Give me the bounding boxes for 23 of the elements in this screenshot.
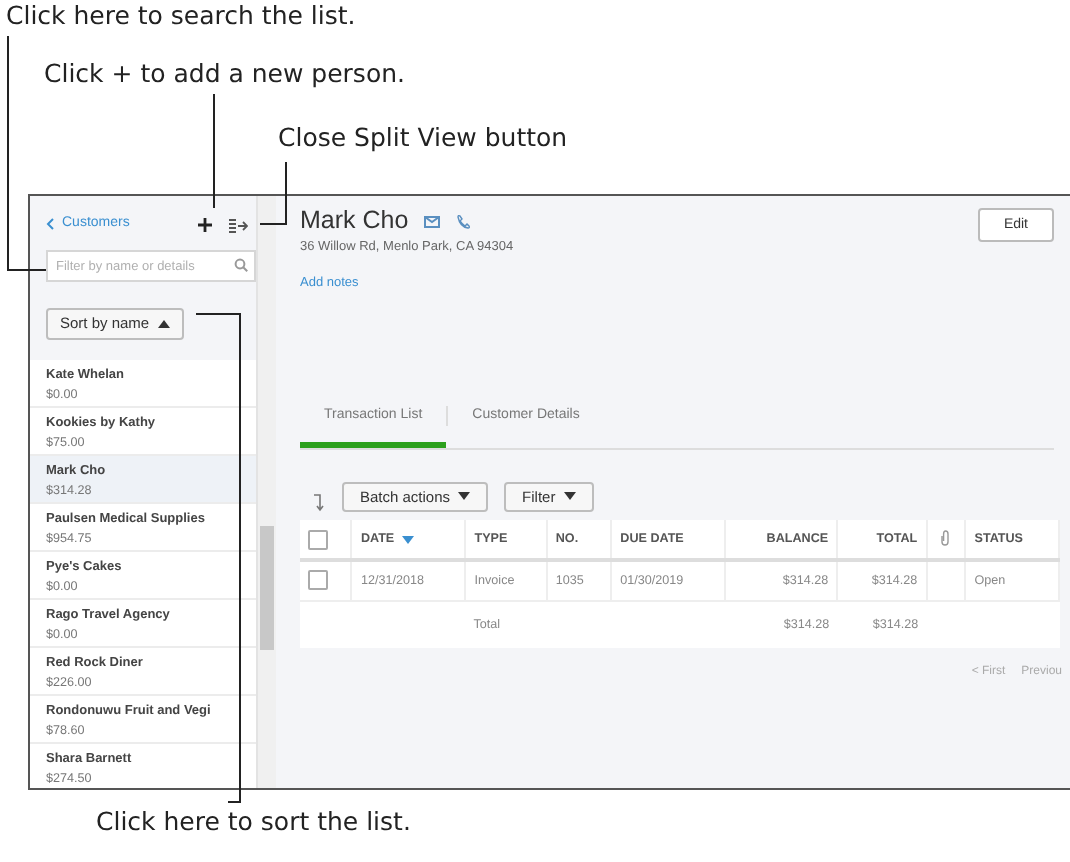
- checkbox[interactable]: [308, 570, 328, 591]
- chevron-left-icon: [46, 218, 54, 231]
- caret-icon: [458, 492, 471, 501]
- search-icon: [234, 258, 248, 272]
- callout-text: Close Split View button: [278, 126, 568, 151]
- customer-name-heading: Mark Cho: [300, 208, 409, 236]
- split-view-icon[interactable]: [228, 217, 248, 233]
- checkbox[interactable]: [308, 529, 328, 550]
- phone-icon[interactable]: [456, 213, 471, 230]
- scrollbar[interactable]: [256, 196, 276, 788]
- callout-text: Click + to add a new person.: [44, 62, 405, 87]
- caret-icon: [157, 319, 170, 328]
- callout-text: Click here to search the list.: [6, 4, 356, 29]
- envelope-icon[interactable]: [424, 215, 441, 228]
- plus-icon[interactable]: [198, 218, 212, 232]
- scrollbar-thumb[interactable]: [260, 526, 274, 650]
- caret-icon: [563, 492, 576, 501]
- callout-text: Click here to sort the list.: [96, 810, 411, 835]
- sort-caret-icon: [402, 535, 415, 544]
- sort-arrows-icon: [312, 494, 326, 513]
- paperclip-icon: [940, 530, 951, 547]
- leader-line: [213, 93, 215, 209]
- leader-line: [259, 161, 287, 225]
